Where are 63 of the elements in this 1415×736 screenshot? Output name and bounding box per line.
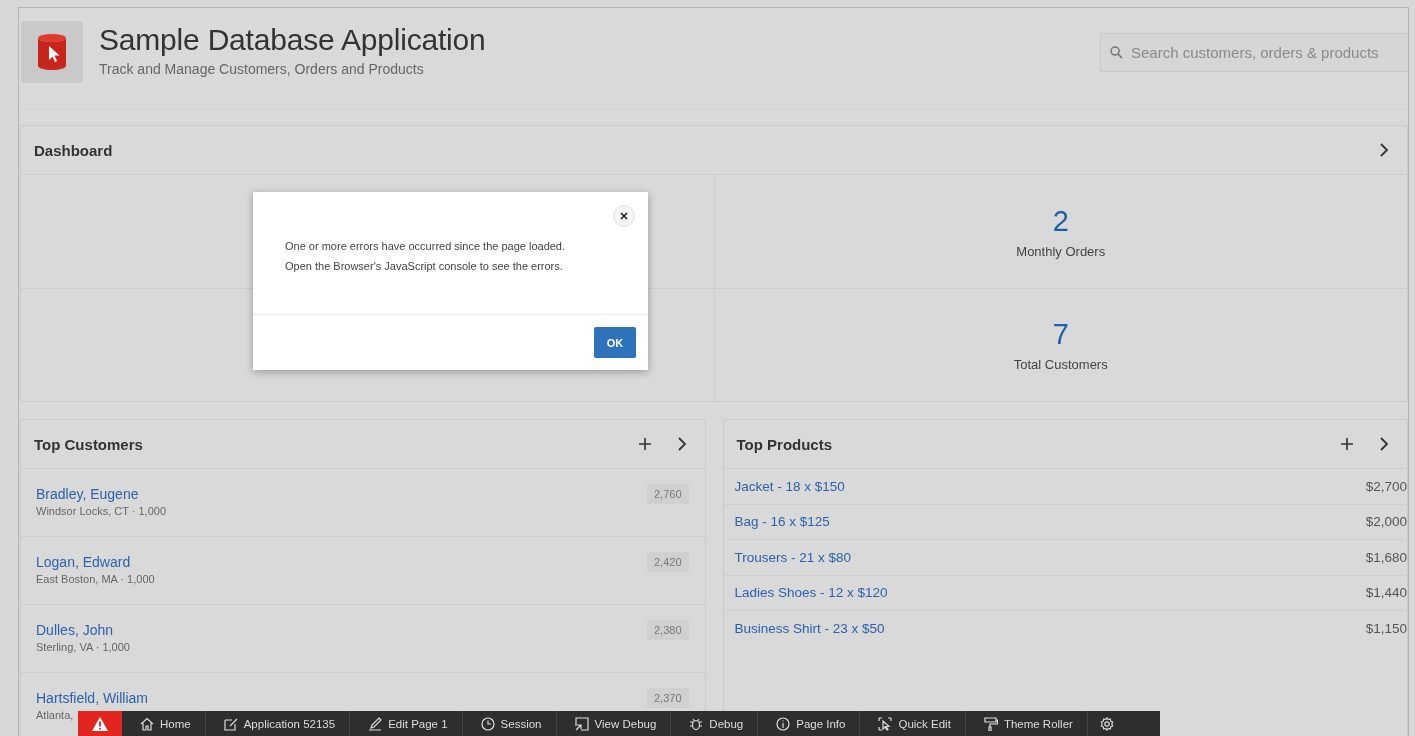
customer-detail: Sterling, VA · 1,000 [36,641,130,653]
plus-icon[interactable] [638,438,651,450]
customer-link[interactable]: Bradley, Eugene [36,486,166,502]
amount-badge: 2,380 [646,620,689,640]
panel-title: Top Products [736,435,833,453]
info-icon [776,716,791,731]
close-icon [620,212,628,220]
product-link[interactable]: Jacket - 18 x $150 [734,478,845,494]
customer-detail: Windsor Locks, CT · 1,000 [36,505,166,517]
product-total: $1,440 [1365,585,1407,601]
close-button[interactable] [613,205,635,227]
customer-detail: East Boston, MA · 1,000 [36,573,155,585]
cursor-icon [878,716,893,731]
customer-link[interactable]: Logan, Edward [36,554,155,570]
warning-icon [92,716,108,731]
product-link[interactable]: Ladies Shoes - 12 x $120 [734,585,888,601]
chevron-right-icon[interactable] [1379,437,1389,451]
metric-label: Total Customers [1013,357,1108,372]
panel-title: Dashboard [34,141,113,159]
product-link[interactable]: Trousers - 21 x $80 [734,549,852,565]
toolbar-button[interactable]: Debug [671,711,759,736]
app-subtitle: Track and Manage Customers, Orders and Products [99,61,425,77]
edit-icon [223,716,238,731]
metric-value: 2 [1052,204,1069,238]
search-field[interactable]: Search customers, orders & products [1100,33,1408,72]
product-link[interactable]: Bag - 16 x $125 [734,514,830,530]
app-title: Sample Database Application [99,23,486,57]
product-total: $1,680 [1365,549,1407,565]
metric-value: 7 [1052,318,1069,351]
toolbar-button[interactable]: Theme Roller [965,711,1088,736]
app-logo-icon [21,21,83,83]
toolbar-button[interactable]: Page Info [758,711,861,736]
product-link[interactable]: Business Shirt - 23 x $50 [734,621,885,637]
window-icon [574,716,589,731]
plus-icon[interactable] [1341,438,1353,450]
product-total: $2,700 [1365,478,1407,494]
toolbar-button[interactable]: Session [462,711,557,736]
error-message: Open the Browser's JavaScript console to see the errors. [285,260,564,272]
toolbar-button[interactable]: Quick Edit [860,711,966,736]
toolbar-button[interactable]: Application 52135 [205,711,351,736]
customer-link[interactable]: Dulles, John [36,622,130,638]
pencil-icon [368,716,383,731]
toolbar-button[interactable]: Home [122,711,206,736]
clock-icon [480,716,495,731]
toolbar-button[interactable]: Edit Page 1 [350,711,463,736]
toolbar-button[interactable]: View Debug [556,711,672,736]
error-message: One or more errors have occurred since the page loaded. [285,240,567,252]
panel-title: Top Customers [34,435,143,453]
amount-badge: 2,370 [646,688,689,708]
customer-link[interactable]: Hartsfield, William [36,690,148,706]
amount-badge: 2,420 [646,552,689,572]
amount-badge: 2,760 [646,484,689,504]
product-total: $2,000 [1365,514,1407,530]
product-total: $1,150 [1365,621,1407,637]
metric-label: Monthly Orders [1016,243,1106,259]
bug-icon [689,716,704,731]
ok-button[interactable]: OK [594,327,636,358]
home-icon [140,716,154,731]
error-indicator[interactable] [78,711,122,736]
chevron-right-icon[interactable] [676,437,687,451]
paint-roller-icon [983,716,998,731]
chevron-right-icon[interactable] [1379,143,1389,157]
customer-detail: Atlanta, [36,709,75,721]
